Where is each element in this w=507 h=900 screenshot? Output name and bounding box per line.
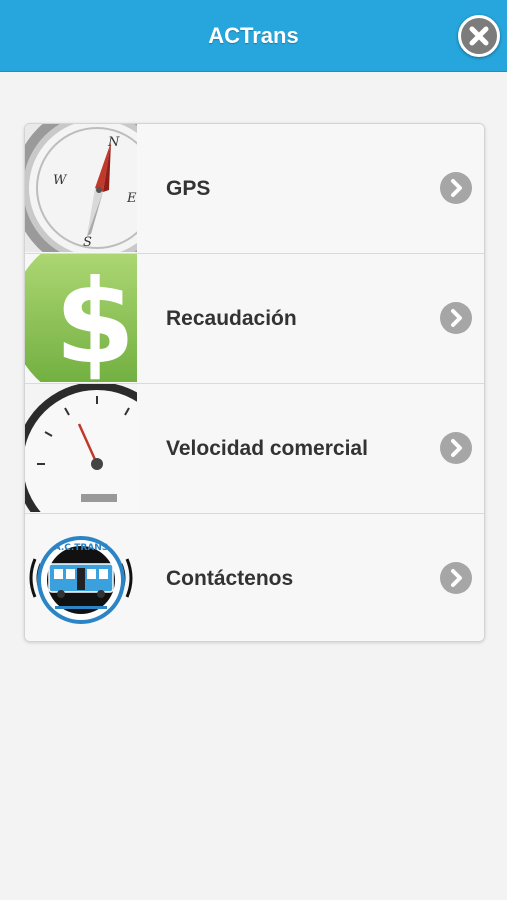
compass-icon: N W E S [25, 124, 137, 252]
main-menu: N W E S GPS $ Recaudación Velocidad come… [24, 123, 485, 642]
menu-item-label: Recaudación [166, 307, 297, 330]
speedometer-icon [25, 384, 137, 512]
close-icon [469, 26, 489, 46]
svg-text:N: N [107, 135, 120, 150]
chevron-right-icon [440, 432, 472, 464]
menu-item-velocidad-comercial[interactable]: Velocidad comercial [25, 384, 484, 514]
menu-item-gps[interactable]: N W E S GPS [25, 124, 484, 254]
menu-item-label: GPS [166, 177, 211, 200]
svg-text:$: $ [55, 255, 136, 382]
page-title: ACTrans [208, 23, 299, 48]
app-header: ACTrans [0, 0, 507, 72]
close-button[interactable] [458, 15, 500, 57]
actrans-logo-icon: A.C.TRANS [25, 514, 137, 641]
svg-text:A.C.TRANS: A.C.TRANS [54, 543, 109, 553]
menu-item-label: Velocidad comercial [166, 437, 368, 460]
menu-item-recaudacion[interactable]: $ Recaudación [25, 254, 484, 384]
chevron-right-icon [440, 172, 472, 204]
dollar-icon: $ [25, 254, 137, 382]
menu-item-contactenos[interactable]: A.C.TRANS Contáctenos [25, 514, 484, 641]
menu-item-label: Contáctenos [166, 567, 294, 590]
svg-text:E: E [126, 191, 137, 206]
chevron-right-icon [440, 562, 472, 594]
svg-text:W: W [53, 173, 68, 188]
svg-text:S: S [83, 235, 92, 250]
chevron-right-icon [440, 302, 472, 334]
